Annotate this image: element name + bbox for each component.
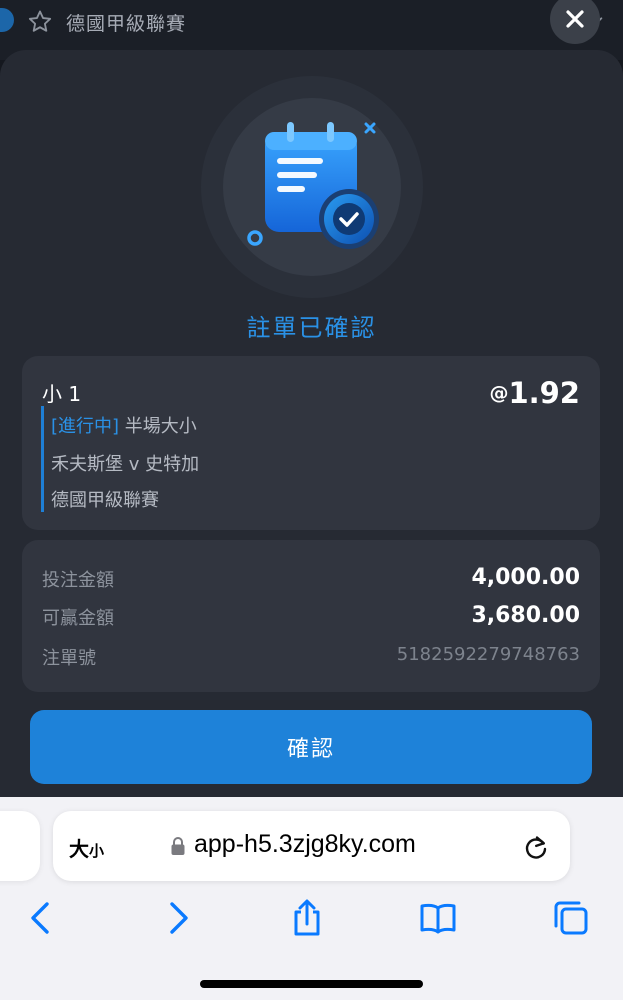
potential-win-value: 3,680.00 [471,603,580,628]
reload-icon[interactable] [522,833,550,861]
url-text[interactable]: app-h5.3zjg8ky.com [194,830,416,859]
tabs-icon[interactable] [551,898,591,938]
bet-league: 德國甲級聯賽 [51,490,159,511]
home-indicator [200,980,423,988]
live-status-tag: [進行中] [51,416,120,437]
potential-win-label: 可贏金額 [42,608,114,629]
text-size-small: 小 [89,842,105,860]
bet-summary-card: 投注金額 4,000.00 可贏金額 3,680.00 注單號 51825922… [22,540,600,692]
stake-value: 4,000.00 [471,565,580,590]
bet-market-line: [進行中] 半場大小 [51,412,197,438]
detail-accent-bar [41,406,44,512]
bet-selection: 小 1 [42,382,82,406]
page-settings-button[interactable]: 大小 [69,833,104,862]
bet-match: 禾夫斯堡 v 史特加 [51,454,200,475]
ticket-number-value: 5182592279748763 [396,644,580,665]
bet-confirmation-sheet: 註單已確認 小 1 @1.92 [進行中] 半場大小 禾夫斯堡 v 史特加 德國… [0,50,623,810]
bet-market: 半場大小 [124,416,197,437]
bet-odds: @1.92 [489,376,580,410]
confirmation-title: 註單已確認 [246,314,377,342]
calendar-check-icon [247,122,379,249]
star-outline-icon[interactable] [26,8,54,36]
confirm-button[interactable]: 確認 [30,710,592,784]
stake-label: 投注金額 [42,570,114,591]
back-icon[interactable] [22,898,62,938]
lock-icon [171,837,185,855]
share-icon[interactable] [287,898,327,938]
bet-detail-card: 小 1 @1.92 [進行中] 半場大小 禾夫斯堡 v 史特加 德國甲級聯賽 [22,356,600,530]
browser-chrome: 大小 app-h5.3zjg8ky.com [0,797,623,1000]
league-title: 德國甲級聯賽 [66,13,187,35]
forward-icon[interactable] [157,898,197,938]
text-size-big: 大 [69,837,89,861]
ticket-number-label: 注單號 [42,648,96,669]
close-icon [566,10,584,28]
bookmarks-icon[interactable] [418,898,458,938]
odds-prefix: @ [489,382,509,404]
previous-tab-card[interactable] [0,811,40,881]
back-tab-indicator [0,8,14,32]
address-bar[interactable]: 大小 app-h5.3zjg8ky.com [53,811,570,881]
odds-value: 1.92 [508,376,580,410]
